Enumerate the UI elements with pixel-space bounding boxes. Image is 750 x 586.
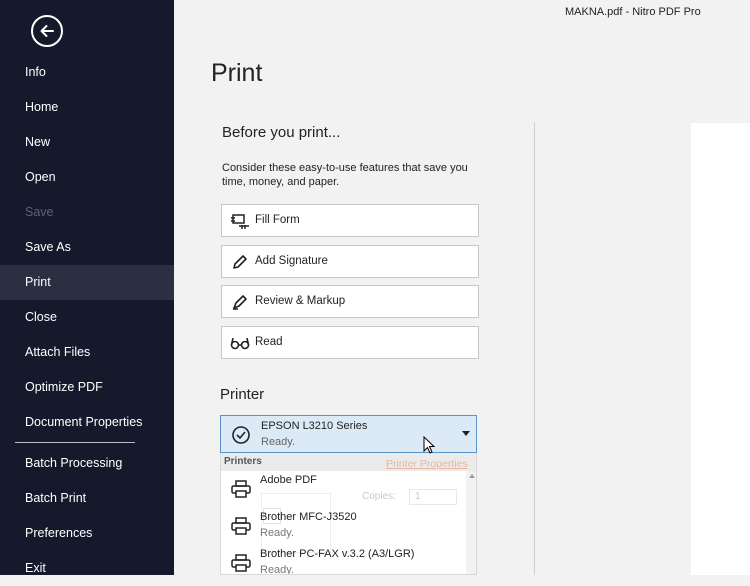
dropdown-group-label: Printers (224, 456, 262, 467)
print-preview-page (691, 123, 750, 575)
printer-option-name: Brother MFC-J3520 (260, 511, 357, 523)
printer-option-name: Adobe PDF (260, 474, 317, 486)
scroll-up-icon[interactable] (469, 474, 475, 478)
sidebar-item-open[interactable]: Open (0, 160, 174, 195)
printer-option-status: Ready. (260, 527, 295, 539)
before-print-heading: Before you print... (222, 124, 341, 141)
printer-dropdown-list: Printers Printer Properties Copies: 1 Ad… (220, 453, 477, 575)
backstage-sidebar: Info Home New Open Save Save As Print Cl… (0, 0, 174, 575)
sidebar-item-new[interactable]: New (0, 125, 174, 160)
printer-option-name: Brother PC-FAX v.3.2 (A3/LGR) (260, 548, 415, 560)
sidebar-item-close[interactable]: Close (0, 300, 174, 335)
sidebar-item-exit[interactable]: Exit (0, 551, 174, 586)
back-button[interactable] (31, 15, 63, 47)
sidebar-item-info[interactable]: Info (0, 55, 174, 90)
sidebar-item-print[interactable]: Print (0, 265, 174, 300)
review-markup-label: Review & Markup (255, 295, 346, 307)
sidebar-item-preferences[interactable]: Preferences (0, 516, 174, 551)
review-markup-button[interactable]: Review & Markup (221, 285, 479, 318)
before-print-hint: Consider these easy-to-use features that… (222, 162, 468, 188)
printer-option[interactable]: Brother MFC-J3520 Ready. (221, 508, 466, 544)
arrow-left-icon (40, 25, 54, 37)
pane-divider (534, 122, 535, 575)
printer-heading: Printer (220, 386, 265, 403)
read-button[interactable]: Read (221, 326, 479, 359)
fill-form-icon (230, 211, 250, 231)
sidebar-item-optimize-pdf[interactable]: Optimize PDF (0, 370, 174, 405)
sidebar-item-document-properties[interactable]: Document Properties (0, 405, 174, 440)
sidebar-item-save: Save (25, 205, 54, 219)
sidebar-item-attach-files[interactable]: Attach Files (0, 335, 174, 370)
mouse-cursor-icon (423, 436, 436, 454)
printer-icon (231, 554, 251, 574)
check-circle-icon (231, 425, 251, 450)
fill-form-button[interactable]: Fill Form (221, 204, 479, 237)
sidebar-item-batch-print[interactable]: Batch Print (0, 481, 174, 516)
printer-properties-link[interactable]: Printer Properties (386, 458, 468, 470)
add-signature-label: Add Signature (255, 255, 328, 267)
printer-icon (231, 480, 251, 503)
selected-printer-name: EPSON L3210 Series (261, 420, 368, 432)
chevron-down-icon[interactable] (462, 431, 470, 436)
printer-select[interactable]: EPSON L3210 Series Ready. (220, 415, 477, 453)
sidebar-item-home[interactable]: Home (0, 90, 174, 125)
sidebar-item-save-as[interactable]: Save As (0, 230, 174, 265)
highlighter-icon (230, 292, 250, 312)
dropdown-scrollbar[interactable] (466, 471, 476, 574)
printer-option[interactable]: Adobe PDF (221, 471, 466, 507)
sidebar-divider (15, 442, 135, 443)
sidebar-item-batch-processing[interactable]: Batch Processing (0, 446, 174, 481)
page-title: Print (211, 59, 263, 87)
add-signature-button[interactable]: Add Signature (221, 245, 479, 278)
printer-option[interactable]: Brother PC-FAX v.3.2 (A3/LGR) Ready. (221, 545, 466, 575)
pen-icon (230, 252, 250, 272)
window-title: MAKNA.pdf - Nitro PDF Pro (565, 6, 701, 18)
printer-option-status: Ready. (260, 564, 295, 575)
selected-printer-status: Ready. (261, 436, 296, 448)
fill-form-label: Fill Form (255, 214, 300, 226)
read-label: Read (255, 336, 283, 348)
glasses-icon (230, 333, 250, 353)
printer-icon (231, 517, 251, 540)
